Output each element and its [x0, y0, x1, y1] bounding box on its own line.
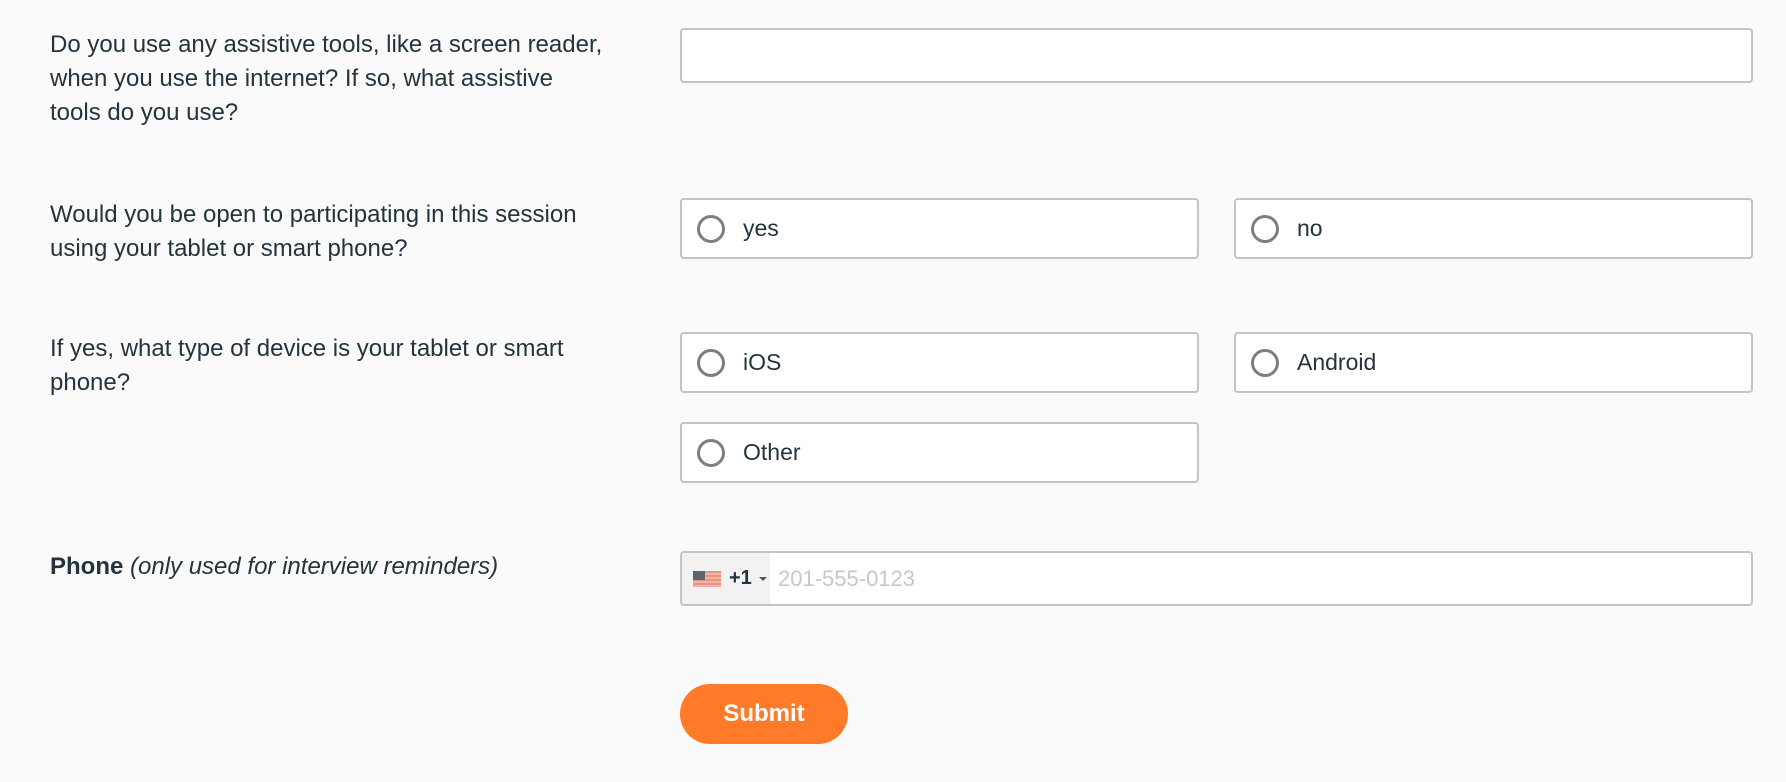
radio-circle-icon[interactable] — [697, 348, 725, 377]
radio-label: yes — [743, 215, 779, 241]
radio-circle-icon[interactable] — [697, 214, 725, 243]
phone-label: Phone (only used for interview reminders… — [50, 550, 610, 584]
radio-label: iOS — [743, 349, 782, 375]
country-code-dropdown[interactable]: +1 — [682, 553, 770, 604]
phone-field: +1 — [680, 551, 1753, 606]
radio-option-ios[interactable]: iOS — [680, 332, 1199, 393]
submit-button[interactable]: Submit — [680, 684, 848, 744]
radio-option-yes[interactable]: yes — [680, 198, 1199, 259]
radio-circle-icon[interactable] — [697, 438, 725, 467]
device-type-question: If yes, what type of device is your tabl… — [50, 335, 564, 396]
assistive-tools-question: Do you use any assistive tools, like a s… — [50, 31, 603, 126]
phone-label-note: (only used for interview reminders) — [130, 553, 499, 580]
radio-label: Other — [743, 439, 801, 465]
radio-option-no[interactable]: no — [1234, 198, 1753, 259]
radio-circle-icon[interactable] — [1251, 214, 1279, 243]
radio-option-android[interactable]: Android — [1234, 332, 1753, 393]
caret-down-icon — [758, 576, 767, 581]
phone-input[interactable] — [770, 553, 1751, 604]
us-flag-icon — [693, 570, 721, 587]
assistive-tools-input[interactable] — [680, 28, 1753, 83]
radio-option-other[interactable]: Other — [680, 422, 1199, 483]
radio-label: Android — [1297, 349, 1377, 375]
phone-label-title: Phone — [50, 553, 124, 580]
tablet-participation-question: Would you be open to participating in th… — [50, 201, 577, 262]
dial-code: +1 — [729, 567, 752, 589]
radio-label: no — [1297, 215, 1323, 241]
radio-circle-icon[interactable] — [1251, 348, 1279, 377]
